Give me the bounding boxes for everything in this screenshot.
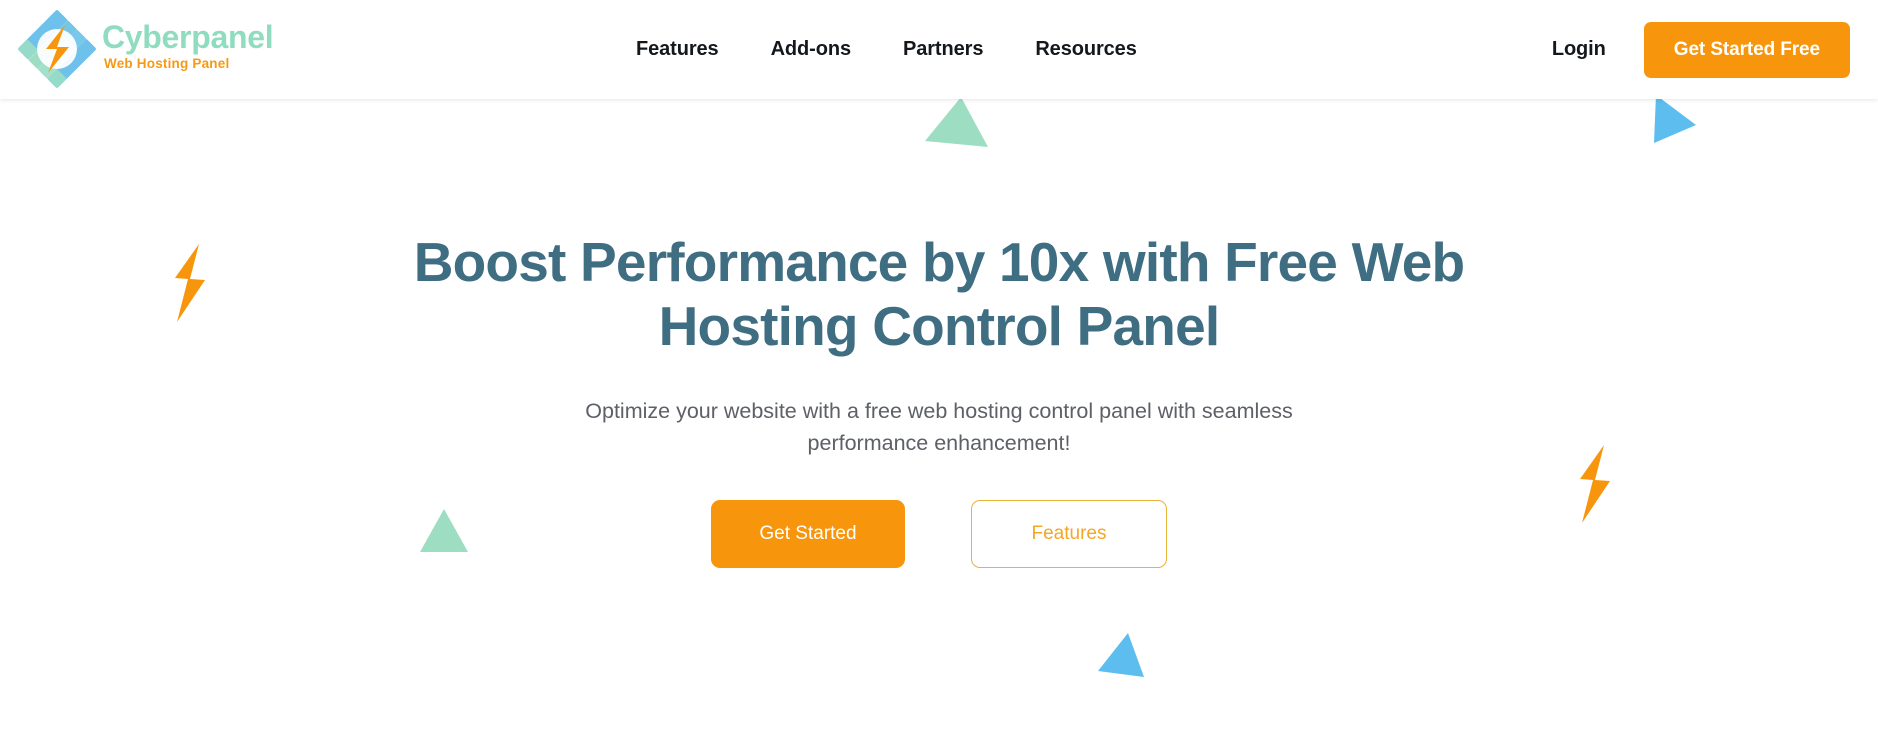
features-button[interactable]: Features [971,499,1167,568]
login-link[interactable]: Login [1552,38,1606,61]
hero-title: Boost Performance by 10x with Free Web H… [413,231,1465,357]
cyberpanel-diamond-bolt-logo-icon [16,8,98,90]
hero-subtitle: Optimize your website with a free web ho… [585,398,1293,456]
get-started-button[interactable]: Get Started [711,499,905,568]
header-actions: Login Get Started Free [1552,0,1850,99]
nav-item-partners[interactable]: Partners [903,38,983,61]
brand-logo-link[interactable]: Cyberpanel Web Hosting Panel [16,8,274,90]
nav-item-resources[interactable]: Resources [1035,38,1136,61]
brand-text: Cyberpanel Web Hosting Panel [102,18,274,78]
main-navigation: Features Add-ons Partners Resources [636,0,1137,99]
brand-tagline: Web Hosting Panel [104,56,230,72]
nav-item-add-ons[interactable]: Add-ons [771,38,852,61]
get-started-free-button[interactable]: Get Started Free [1643,21,1850,78]
hero-section: Boost Performance by 10x with Free Web H… [0,99,1878,735]
site-header: Cyberpanel Web Hosting Panel Features Ad… [0,0,1878,99]
brand-name: Cyberpanel [102,18,274,55]
hero-content: Boost Performance by 10x with Free Web H… [0,99,1878,735]
hero-button-group: Get Started Features [711,499,1167,568]
nav-item-features[interactable]: Features [636,38,719,61]
